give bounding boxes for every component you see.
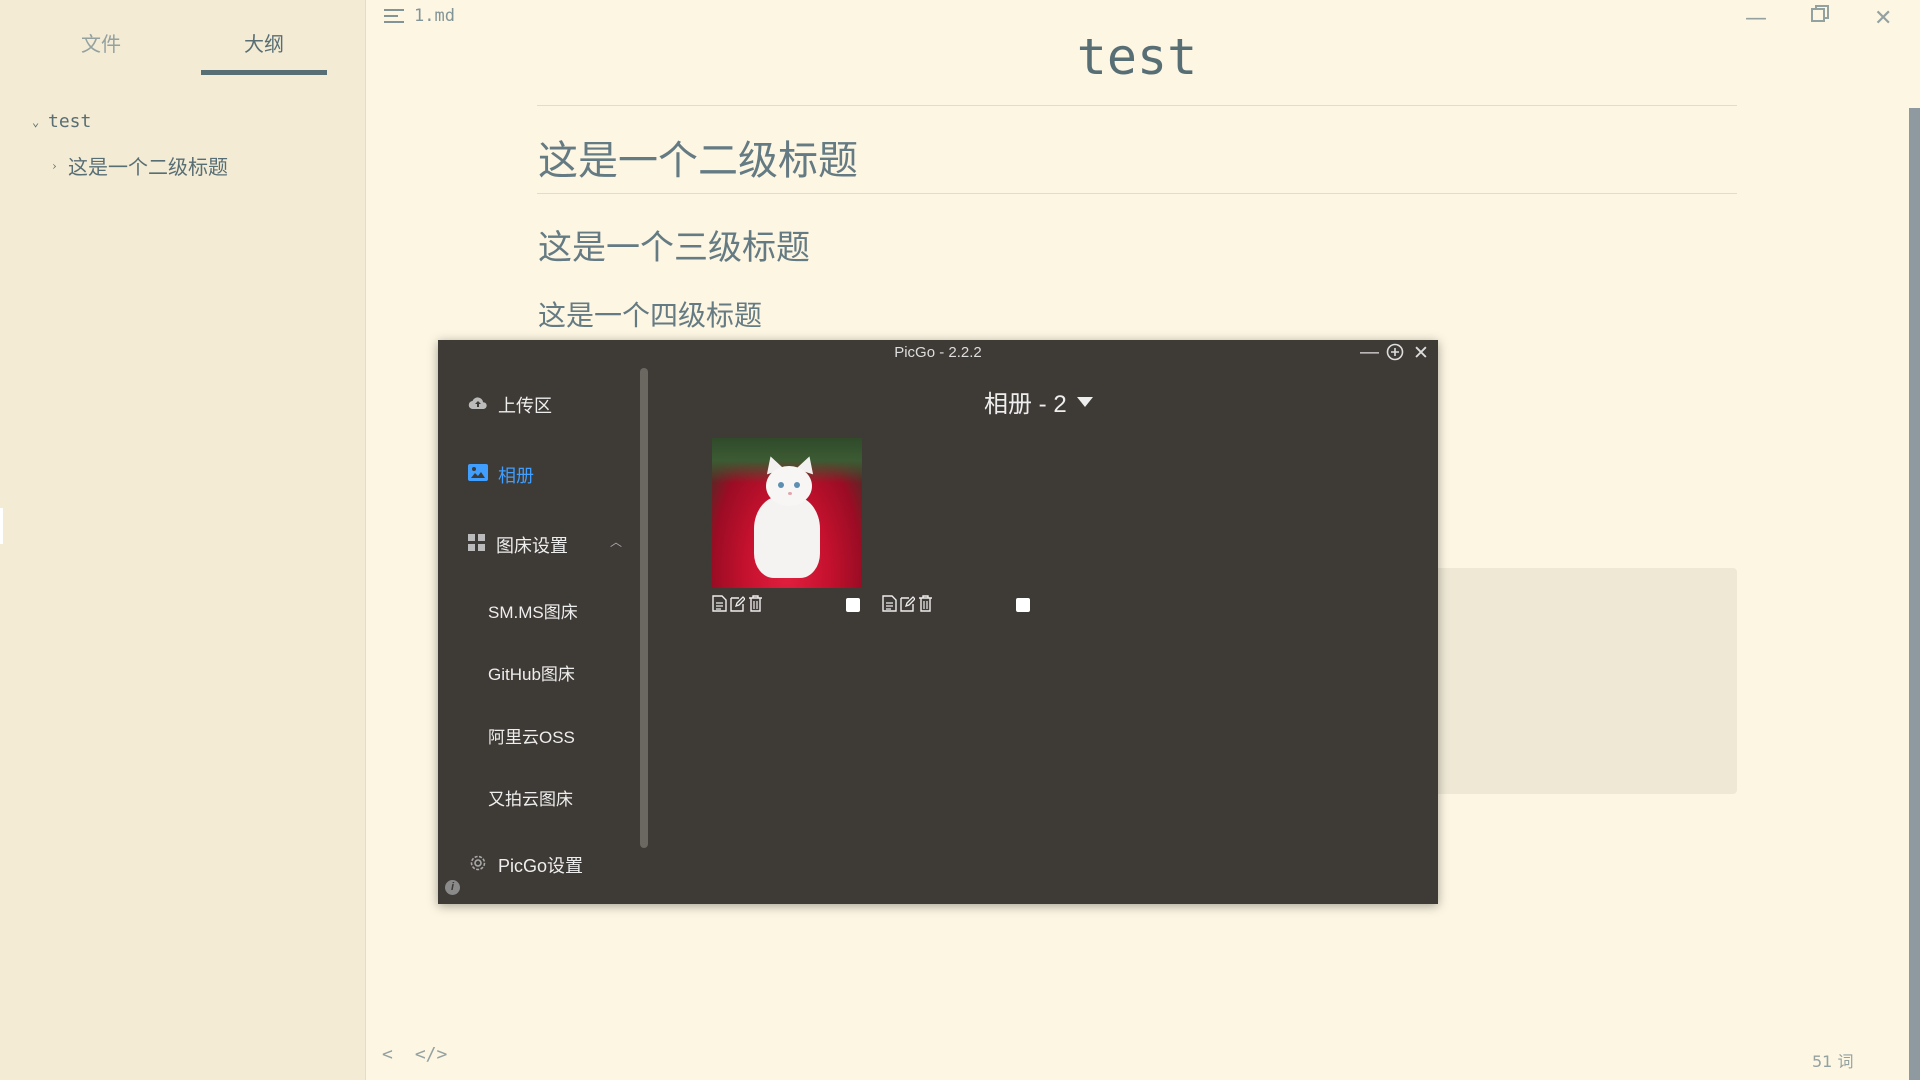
maximize-icon[interactable] (1386, 343, 1404, 367)
menu-upload-label: 上传区 (498, 396, 552, 416)
document-title[interactable]: test (537, 28, 1737, 86)
copy-link-icon[interactable] (712, 595, 727, 612)
outline-item-label: 这是一个二级标题 (68, 155, 228, 179)
menu-picbed-github[interactable]: GitHub图床 (488, 660, 575, 685)
h2-divider (537, 193, 1737, 194)
close-icon[interactable]: ✕ (1413, 342, 1429, 365)
edge-marker (0, 508, 3, 544)
gear-icon (468, 853, 488, 878)
editor-header: 1.md (384, 6, 455, 26)
album-title: 相册 - 2 (984, 391, 1067, 418)
active-tab-indicator (201, 70, 327, 75)
chevron-down-icon[interactable]: ⌄ (32, 115, 48, 129)
chevron-left-icon[interactable]: < (382, 1044, 393, 1065)
source-code-icon[interactable]: </> (415, 1044, 448, 1065)
delete-icon[interactable] (918, 595, 933, 612)
menu-picbed-settings-label: 图床设置 (496, 536, 568, 556)
delete-icon[interactable] (748, 595, 763, 612)
outline-item-root[interactable]: ⌄ test (32, 111, 91, 132)
info-icon[interactable]: i (445, 880, 460, 895)
editor-footer: < </> (382, 1044, 447, 1065)
chevron-up-icon[interactable]: ︿ (610, 533, 622, 550)
item-actions (882, 595, 933, 612)
file-name: 1.md (414, 6, 455, 26)
image-icon (468, 464, 488, 486)
edit-icon[interactable] (730, 595, 746, 612)
title-divider (537, 105, 1737, 106)
grid-icon (468, 533, 486, 557)
menu-picgo-settings[interactable]: PicGo设置 (468, 852, 583, 878)
minimize-icon[interactable]: — (1360, 342, 1379, 364)
nav-scrollbar[interactable] (640, 368, 648, 848)
menu-album[interactable]: 相册 (468, 462, 534, 488)
picgo-window: PicGo - 2.2.2 — ✕ 上传区 相册 图床设置 ︿ SM.MS图床 … (438, 340, 1438, 904)
cat-image (754, 496, 820, 578)
item-checkbox[interactable] (846, 598, 860, 612)
heading-4[interactable]: 这是一个四级标题 (538, 294, 762, 334)
outline-item-h2[interactable]: › 这是一个二级标题 (52, 151, 228, 180)
edit-icon[interactable] (900, 595, 916, 612)
menu-picbed-upyun[interactable]: 又拍云图床 (488, 785, 573, 810)
menu-picbed-settings[interactable]: 图床设置 (468, 532, 568, 558)
chevron-right-icon[interactable]: › (52, 159, 68, 173)
album-thumbnail[interactable] (712, 438, 862, 588)
cloud-upload-icon (468, 395, 488, 416)
heading-3[interactable]: 这是一个三级标题 (538, 220, 810, 269)
tab-files[interactable]: 文件 (38, 28, 164, 57)
item-checkbox[interactable] (1016, 598, 1030, 612)
editor-scrollbar[interactable] (1909, 108, 1920, 1080)
item-actions (712, 595, 763, 612)
menu-album-label: 相册 (498, 466, 534, 486)
menu-icon[interactable] (384, 9, 404, 23)
code-block[interactable] (1400, 568, 1737, 794)
dropdown-arrow-icon (1076, 396, 1093, 407)
copy-link-icon[interactable] (882, 595, 897, 612)
menu-picbed-smms[interactable]: SM.MS图床 (488, 598, 578, 623)
restore-icon[interactable] (1810, 4, 1830, 30)
sidebar-tabs: 文件 大纲 (0, 0, 365, 80)
heading-2[interactable]: 这是一个二级标题 (538, 128, 858, 186)
menu-upload[interactable]: 上传区 (468, 392, 552, 418)
menu-picgo-settings-label: PicGo设置 (498, 856, 584, 876)
album-header[interactable]: 相册 - 2 (984, 384, 1093, 419)
close-icon[interactable]: ✕ (1874, 6, 1892, 31)
minimize-icon[interactable]: — (1745, 6, 1767, 31)
picgo-title: PicGo - 2.2.2 (894, 344, 982, 361)
menu-picbed-aliyun[interactable]: 阿里云OSS (488, 723, 575, 748)
word-count[interactable]: 51 词 (1812, 1048, 1853, 1072)
outline-item-label: test (48, 111, 92, 132)
file-sidebar: 文件 大纲 ⌄ test › 这是一个二级标题 (0, 0, 366, 1080)
tab-outline[interactable]: 大纲 (201, 28, 327, 57)
